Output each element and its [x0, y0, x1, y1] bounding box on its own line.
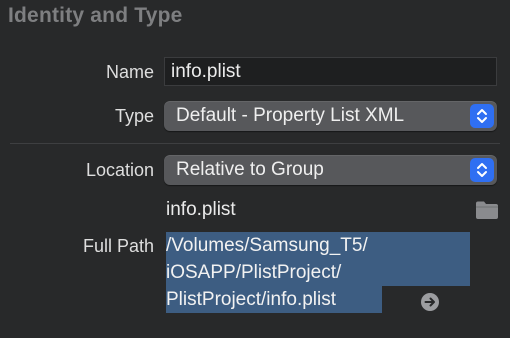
arrow-circle-right-icon[interactable] — [420, 292, 440, 312]
type-popup-value: Default - Property List XML — [176, 105, 405, 126]
section-divider — [10, 143, 500, 144]
full-path-line: iOSAPP/PlistProject/ — [166, 259, 470, 286]
full-path-label: Full Path — [82, 236, 154, 256]
name-field[interactable] — [164, 57, 497, 86]
location-popup-value: Relative to Group — [176, 159, 324, 180]
chevron-up-down-icon — [470, 158, 494, 182]
location-label: Location — [85, 160, 154, 180]
section-title: Identity and Type — [8, 4, 183, 27]
chevron-up-down-icon — [470, 104, 494, 128]
folder-icon[interactable] — [475, 200, 499, 220]
location-filename: info.plist — [166, 199, 236, 220]
full-path-line: /Volumes/Samsung_T5/ — [166, 232, 470, 259]
identity-type-inspector: Identity and Type Name Type Default - Pr… — [0, 0, 510, 338]
type-label: Type — [114, 106, 154, 126]
full-path-line: PlistProject/info.plist — [166, 286, 382, 313]
name-label: Name — [105, 62, 154, 82]
location-popup[interactable]: Relative to Group — [164, 155, 497, 185]
type-popup[interactable]: Default - Property List XML — [164, 101, 497, 131]
